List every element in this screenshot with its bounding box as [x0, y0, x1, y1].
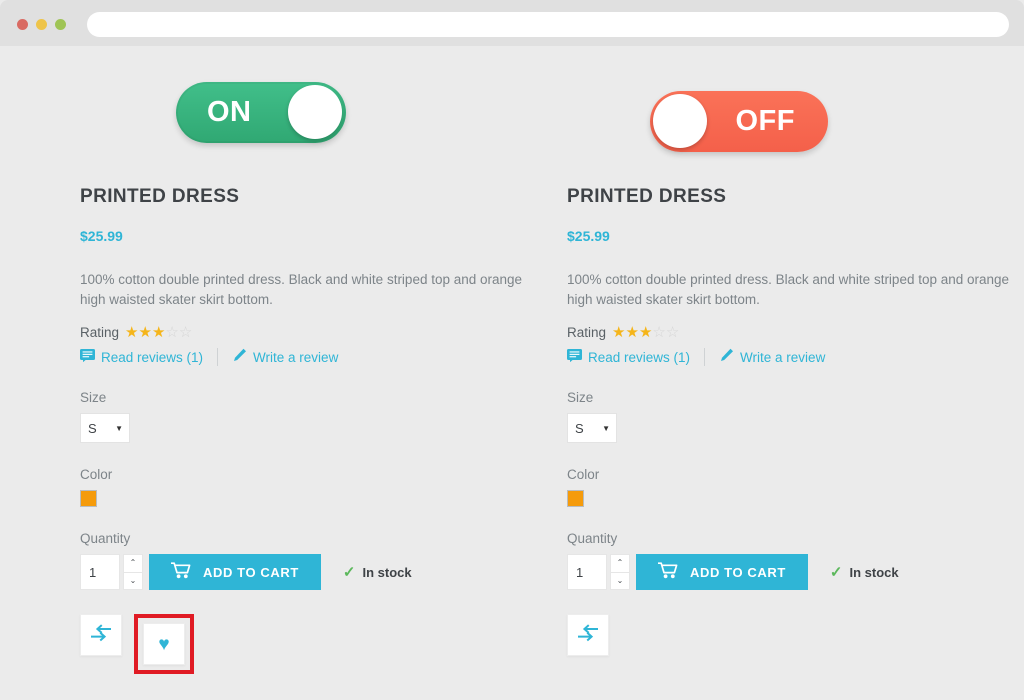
chevron-down-icon: ▼: [602, 423, 610, 433]
maximize-window-button[interactable]: [55, 19, 66, 30]
quantity-stepper: ⌃ ⌄: [610, 554, 630, 591]
quantity-decrease-button[interactable]: ⌄: [123, 572, 143, 591]
compare-arrows-icon: [577, 624, 599, 647]
product-price: $25.99: [80, 228, 123, 244]
page-content: ON OFF PRINTED DRESS $25.99 100% cotton …: [0, 46, 1024, 700]
write-review-link[interactable]: Write a review: [232, 348, 338, 366]
write-review-label: Write a review: [253, 349, 339, 365]
compare-button[interactable]: [80, 614, 122, 657]
quantity-input[interactable]: [80, 554, 120, 591]
review-divider: [217, 348, 219, 367]
toggle-off-knob[interactable]: [653, 94, 707, 148]
stock-status-label: In stock: [849, 564, 899, 580]
size-label: Size: [80, 390, 107, 406]
product-description: 100% cotton double printed dress. Black …: [567, 272, 1010, 307]
size-selected-value: S: [575, 420, 584, 436]
color-swatch-orange[interactable]: [80, 490, 97, 508]
quantity-label: Quantity: [567, 531, 618, 547]
chevron-down-icon: ▼: [115, 423, 123, 433]
rating-stars: ★ ★ ★ ☆ ☆: [125, 325, 192, 340]
heart-icon: ♥: [158, 633, 170, 655]
add-to-cart-label: ADD TO CART: [203, 564, 299, 580]
product-title: PRINTED DRESS: [567, 186, 727, 207]
compare-button[interactable]: [567, 614, 609, 657]
wishlist-button[interactable]: ♥: [143, 623, 185, 666]
star-filled-icon: ★: [125, 324, 139, 342]
write-review-link[interactable]: Write a review: [719, 348, 825, 366]
rating-row: Rating ★ ★ ★ ☆ ☆: [567, 325, 1017, 340]
product-price: $25.99: [567, 228, 610, 244]
product-actions-left: ♥: [80, 614, 530, 675]
product-panel-left: PRINTED DRESS $25.99 100% cotton double …: [80, 186, 530, 675]
star-filled-icon: ★: [625, 324, 639, 342]
toggle-switch-on[interactable]: ON: [176, 82, 346, 143]
quantity-label: Quantity: [80, 531, 131, 547]
rating-label: Rating: [80, 325, 120, 341]
review-divider: [704, 348, 706, 367]
quantity-stepper: ⌃ ⌄: [123, 554, 143, 591]
cart-row: ⌃ ⌄ ADD TO CART ✓ In stock: [567, 554, 1017, 591]
cart-row: ⌃ ⌄ ADD TO CART ✓ In stock: [80, 554, 530, 591]
color-label: Color: [567, 467, 600, 483]
toggle-on-knob[interactable]: [288, 85, 342, 139]
comment-icon: [567, 349, 582, 365]
size-selected-value: S: [88, 420, 97, 436]
toggle-off-label: OFF: [735, 105, 795, 137]
color-swatch-orange[interactable]: [567, 490, 584, 508]
add-to-cart-button[interactable]: ADD TO CART: [636, 554, 808, 591]
pencil-icon: [719, 348, 734, 366]
star-filled-icon: ★: [138, 324, 152, 342]
cart-icon: [658, 562, 678, 582]
review-links: Read reviews (1) Write a review: [80, 348, 530, 367]
wishlist-highlight-annotation: ♥: [134, 614, 194, 675]
size-label: Size: [567, 390, 594, 406]
check-icon: ✓: [829, 564, 843, 582]
stock-status: ✓ In stock: [830, 554, 899, 590]
product-actions-right: [567, 614, 1017, 657]
quantity-increase-button[interactable]: ⌃: [610, 554, 630, 573]
traffic-lights: [17, 19, 66, 30]
close-window-button[interactable]: [17, 19, 28, 30]
minimize-window-button[interactable]: [36, 19, 47, 30]
rating-stars: ★ ★ ★ ☆ ☆: [612, 325, 679, 340]
product-title: PRINTED DRESS: [80, 186, 240, 207]
add-to-cart-button[interactable]: ADD TO CART: [149, 554, 321, 591]
toggle-switch-off[interactable]: OFF: [650, 91, 828, 152]
color-label: Color: [80, 467, 113, 483]
write-review-label: Write a review: [740, 349, 826, 365]
star-empty-icon: ☆: [652, 324, 666, 342]
stock-status: ✓ In stock: [343, 554, 412, 590]
add-to-cart-label: ADD TO CART: [690, 564, 786, 580]
read-reviews-link[interactable]: Read reviews (1): [80, 349, 203, 365]
compare-arrows-icon: [90, 624, 112, 647]
product-panel-right: PRINTED DRESS $25.99 100% cotton double …: [567, 186, 1017, 657]
size-select[interactable]: S ▼: [80, 413, 130, 444]
size-select[interactable]: S ▼: [567, 413, 617, 444]
toggle-on-label: ON: [207, 96, 252, 128]
read-reviews-label: Read reviews (1): [588, 349, 691, 365]
star-filled-icon: ★: [612, 324, 626, 342]
star-empty-icon: ☆: [665, 324, 680, 342]
star-filled-icon: ★: [638, 324, 653, 342]
browser-chrome: [0, 0, 1024, 46]
stock-status-label: In stock: [362, 564, 412, 580]
star-filled-icon: ★: [151, 324, 166, 342]
star-empty-icon: ☆: [165, 324, 179, 342]
comment-icon: [80, 349, 95, 365]
read-reviews-label: Read reviews (1): [101, 349, 204, 365]
pencil-icon: [232, 348, 247, 366]
quantity-increase-button[interactable]: ⌃: [123, 554, 143, 573]
quantity-input[interactable]: [567, 554, 607, 591]
cart-icon: [171, 562, 191, 582]
rating-row: Rating ★ ★ ★ ☆ ☆: [80, 325, 530, 340]
check-icon: ✓: [342, 564, 356, 582]
read-reviews-link[interactable]: Read reviews (1): [567, 349, 690, 365]
quantity-decrease-button[interactable]: ⌄: [610, 572, 630, 591]
rating-label: Rating: [567, 325, 607, 341]
star-empty-icon: ☆: [178, 324, 193, 342]
review-links: Read reviews (1) Write a review: [567, 348, 1017, 367]
address-bar-input[interactable]: [87, 12, 1009, 37]
product-description: 100% cotton double printed dress. Black …: [80, 272, 523, 307]
